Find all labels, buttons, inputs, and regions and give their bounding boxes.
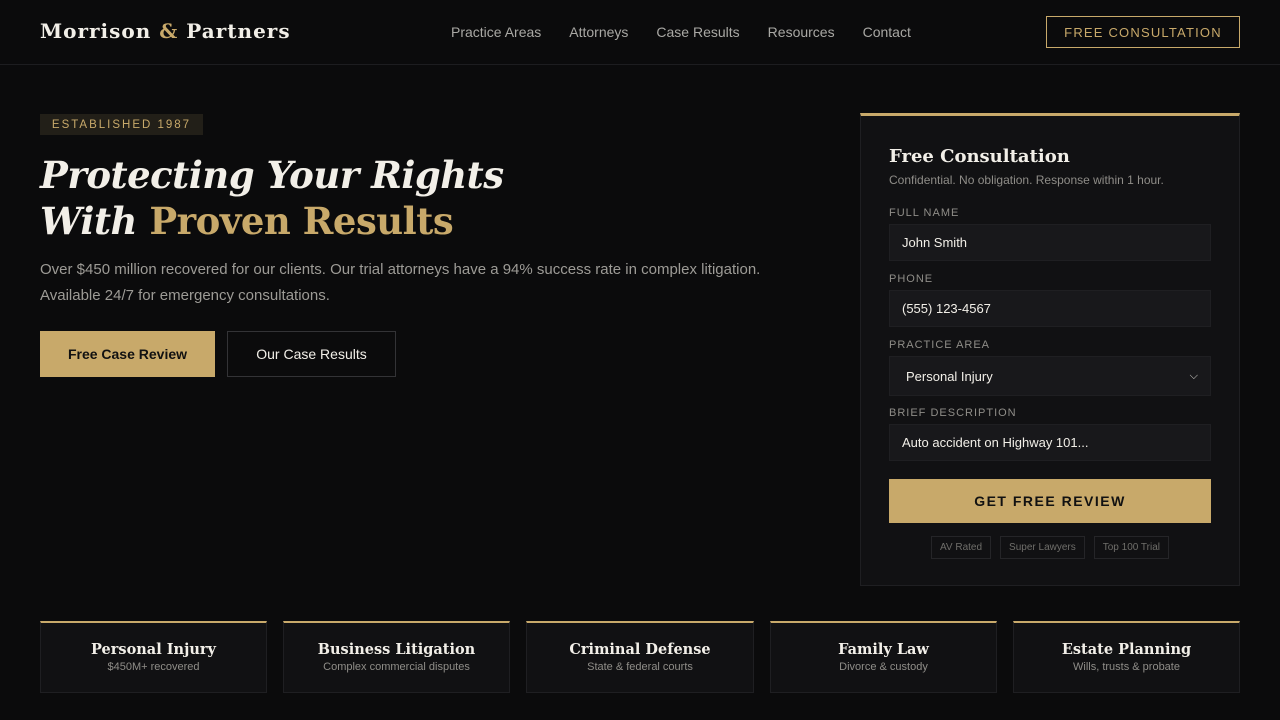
practice-area-label: PRACTICE AREA [889,339,991,351]
brand-name-part1: Morrison [40,19,152,43]
practice-card-title: Business Litigation [317,641,476,658]
full-name-input[interactable]: John Smith [889,224,1211,261]
free-consultation-button[interactable]: FREE CONSULTATION [1046,16,1240,48]
practice-card-criminal-defense[interactable]: Criminal Defense State & federal courts [526,621,754,693]
phone-input[interactable]: (555) 123-4567 [889,290,1211,327]
practice-card-business-litigation[interactable]: Business Litigation Complex commercial d… [283,621,510,693]
nav-practice-areas[interactable]: Practice Areas [451,24,541,40]
get-free-review-button[interactable]: GET FREE REVIEW [889,479,1211,523]
hero-title-highlight: Proven Results [149,199,454,243]
form-title: Free Consultation [889,146,1070,167]
practice-card-family-law[interactable]: Family Law Divorce & custody [770,621,997,693]
nav-case-results[interactable]: Case Results [656,24,739,40]
established-badge: ESTABLISHED 1987 [40,114,203,135]
practice-card-subtitle: $450M+ recovered [107,661,200,673]
practice-card-title: Personal Injury [91,641,216,658]
full-name-value: John Smith [902,235,968,250]
trust-badge-av-rated: AV Rated [930,536,992,559]
phone-value: (555) 123-4567 [902,301,991,316]
nav-contact[interactable]: Contact [863,24,911,40]
hero-title-line1: Protecting Your Rights [40,153,504,197]
case-results-button[interactable]: Our Case Results [227,331,396,377]
brand-logo[interactable]: Morrison & Partners [40,19,291,43]
practice-card-subtitle: Complex commercial disputes [323,661,470,673]
description-label: BRIEF DESCRIPTION [889,407,1017,419]
trust-badge-top-100: Top 100 Trial [1093,536,1170,559]
practice-card-subtitle: Wills, trusts & probate [1073,661,1180,673]
form-subtitle: Confidential. No obligation. Response wi… [889,173,1164,187]
practice-card-personal-injury[interactable]: Personal Injury $450M+ recovered [40,621,267,693]
nav-resources[interactable]: Resources [768,24,835,40]
full-name-label: FULL NAME [889,207,960,219]
trust-badges: AV Rated Super Lawyers Top 100 Trial [861,536,1239,559]
practice-card-subtitle: Divorce & custody [839,661,928,673]
practice-card-subtitle: State & federal courts [587,661,693,673]
practice-card-title: Family Law [838,641,929,658]
practice-area-value: Personal Injury [906,368,993,384]
hero-title: Protecting Your Rights With Proven Resul… [40,152,800,244]
practice-card-estate-planning[interactable]: Estate Planning Wills, trusts & probate [1013,621,1240,693]
trust-badge-super-lawyers: Super Lawyers [1000,536,1085,559]
brand-name-part2: Partners [186,19,291,43]
practice-area-select[interactable]: Personal Injury ⌵ [889,356,1211,396]
hero-subtitle: Over $450 million recovered for our clie… [40,261,761,304]
phone-label: PHONE [889,273,934,285]
chevron-down-icon: ⌵ [1189,369,1198,382]
site-header: Morrison & Partners Practice Areas Attor… [0,0,1280,65]
description-value: Auto accident on Highway 101... [902,435,1089,450]
main-nav: Practice Areas Attorneys Case Results Re… [451,24,939,40]
nav-attorneys[interactable]: Attorneys [569,24,628,40]
hero-title-line2-prefix: With [40,199,137,243]
consultation-form: Free Consultation Confidential. No oblig… [860,113,1240,586]
brand-ampersand: & [159,19,179,43]
description-input[interactable]: Auto accident on Highway 101... [889,424,1211,461]
free-case-review-button[interactable]: Free Case Review [40,331,215,377]
practice-card-title: Estate Planning [1061,641,1192,658]
practice-card-title: Criminal Defense [569,641,711,658]
